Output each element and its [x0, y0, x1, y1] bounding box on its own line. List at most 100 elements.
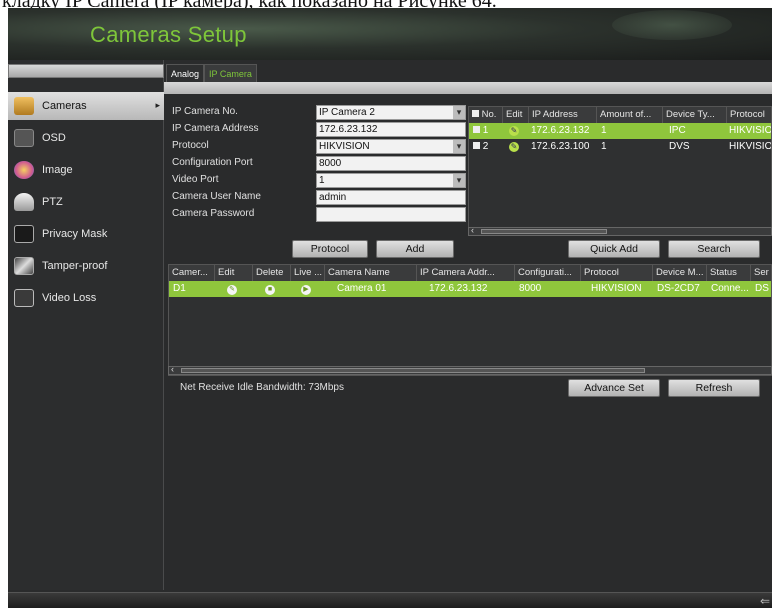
sidebar-item-tamper-proof[interactable]: Tamper-proof [8, 252, 164, 280]
protocol-button[interactable]: Protocol [292, 240, 368, 258]
sidebar-item-label: OSD [42, 132, 66, 144]
row-number: 2 [482, 141, 489, 152]
column-header-no[interactable]: No. [469, 107, 503, 123]
sidebar-item-osd[interactable]: OSD [8, 124, 164, 152]
scroll-left-icon[interactable]: ‹ [171, 364, 174, 374]
column-header-edit[interactable]: Edit [215, 265, 253, 281]
table-row[interactable]: D1 ✎ ■ ▶ Camera 01 172.6.23.132 8000 HIK… [169, 281, 771, 297]
camera-password-label: Camera Password [172, 208, 255, 219]
camera-name-cell: Camera 01 [337, 283, 387, 294]
tamper-proof-icon [14, 257, 34, 275]
sidebar-item-privacy-mask[interactable]: Privacy Mask [8, 220, 164, 248]
column-header-amount[interactable]: Amount of... [597, 107, 663, 123]
stage: кладку IP Camera (IP камера), как показа… [0, 0, 772, 608]
title-bar: Cameras Setup [8, 8, 772, 60]
column-header-protocol[interactable]: Protocol [727, 107, 771, 123]
scroll-left-icon[interactable]: ‹ [471, 225, 474, 235]
osd-icon [14, 129, 34, 147]
sidebar-item-ptz[interactable]: PTZ [8, 188, 164, 216]
column-header-ip-camera-address[interactable]: IP Camera Addr... [417, 265, 515, 281]
ptz-icon [14, 193, 34, 211]
protocol-cell: HIKVISION [591, 283, 642, 294]
table-row[interactable]: 1 ✎ 172.6.23.132 1 IPC HIKVISIO [469, 123, 771, 139]
camera-table-scrollbar[interactable]: ‹ [168, 364, 772, 375]
edit-icon[interactable]: ✎ [227, 281, 237, 297]
tab-underline-bar [164, 82, 772, 94]
column-header-protocol[interactable]: Protocol [581, 265, 653, 281]
status-cell: Conne... [711, 283, 749, 294]
device-table-scrollbar[interactable]: ‹ [468, 225, 772, 236]
select-all-checkbox[interactable] [472, 109, 479, 117]
video-loss-icon [14, 289, 34, 307]
camera-password-input[interactable] [316, 207, 466, 222]
search-button[interactable]: Search [668, 240, 760, 258]
tab-ip-camera[interactable]: IP Camera [204, 64, 257, 82]
sidebar-item-label: Image [42, 164, 73, 176]
sidebar-item-video-loss[interactable]: Video Loss [8, 284, 164, 312]
column-header-device-model[interactable]: Device M... [653, 265, 707, 281]
camera-user-name-input[interactable]: admin [316, 190, 466, 205]
column-header-camera[interactable]: Camer... [169, 265, 215, 281]
delete-icon[interactable]: ■ [265, 281, 275, 297]
window-title: Cameras Setup [90, 22, 247, 47]
image-icon [14, 161, 34, 179]
chevron-right-icon: ▸ [155, 100, 160, 110]
sidebar-item-label: Privacy Mask [42, 228, 108, 240]
row-checkbox[interactable] [473, 125, 480, 133]
scrollbar-thumb[interactable] [481, 229, 607, 234]
video-port-label: Video Port [172, 174, 219, 185]
configuration-port-label: Configuration Port [172, 157, 253, 168]
ip-camera-no-label: IP Camera No. [172, 106, 238, 117]
device-model-cell: DS-2CD7 [657, 283, 700, 294]
serial-cell: DS [755, 283, 769, 294]
configuration-port-input[interactable]: 8000 [316, 156, 466, 171]
ip-camera-no-select[interactable]: IP Camera 2 [316, 105, 466, 120]
scrollbar-thumb[interactable] [181, 368, 645, 373]
table-row[interactable]: 2 ✎ 172.6.23.100 1 DVS HIKVISIO [469, 139, 772, 155]
sidebar-item-cameras[interactable]: Cameras ▸ [8, 92, 164, 120]
tab-analog[interactable]: Analog [166, 64, 205, 82]
column-header-ip-address[interactable]: IP Address [529, 107, 597, 123]
ip-camera-address-cell: 172.6.23.132 [429, 283, 488, 294]
sidebar-item-label: PTZ [42, 196, 63, 208]
column-header-configuration[interactable]: Configurati... [515, 265, 581, 281]
column-header-edit[interactable]: Edit [503, 107, 529, 123]
column-header-camera-name[interactable]: Camera Name [325, 265, 417, 281]
row-checkbox-cell[interactable]: 2 [473, 139, 488, 155]
sidebar-item-label: Video Loss [42, 292, 97, 304]
edit-icon[interactable]: ✎ [509, 139, 519, 155]
column-header-delete[interactable]: Delete [253, 265, 291, 281]
cameras-setup-window: Cameras Setup Cameras ▸ OSD Image PTZ Pr… [8, 8, 772, 608]
row-checkbox-cell[interactable]: 1 [473, 123, 488, 139]
sidebar: Cameras ▸ OSD Image PTZ Privacy Mask Tam… [8, 60, 164, 590]
ip-camera-address-label: IP Camera Address [172, 123, 259, 134]
refresh-button[interactable]: Refresh [668, 379, 760, 397]
privacy-mask-icon [14, 225, 34, 243]
sidebar-item-label: Cameras [42, 100, 87, 112]
device-type-cell: DVS [669, 141, 690, 152]
camera-id-cell: D1 [173, 283, 186, 294]
net-receive-bandwidth-text: Net Receive Idle Bandwidth: 73Mbps [180, 382, 344, 393]
column-header-status[interactable]: Status [707, 265, 751, 281]
advance-set-button[interactable]: Advance Set [568, 379, 660, 397]
row-number: 1 [482, 125, 489, 136]
amount-cell: 1 [601, 125, 607, 136]
edit-icon[interactable]: ✎ [509, 123, 519, 139]
sidebar-item-image[interactable]: Image [8, 156, 164, 184]
protocol-cell: HIKVISIO [729, 141, 772, 152]
status-bar: ⇐ [8, 592, 772, 608]
live-play-icon[interactable]: ▶ [301, 281, 311, 297]
column-header-live[interactable]: Live ... [291, 265, 325, 281]
quick-add-button[interactable]: Quick Add [568, 240, 660, 258]
add-button[interactable]: Add [376, 240, 454, 258]
back-arrow-icon[interactable]: ⇐ [760, 594, 770, 608]
device-list-table: No. Edit IP Address Amount of... Device … [468, 106, 772, 236]
amount-cell: 1 [601, 141, 607, 152]
column-header-device-type[interactable]: Device Ty... [663, 107, 727, 123]
device-type-cell: IPC [669, 125, 686, 136]
video-port-select[interactable]: 1 [316, 173, 466, 188]
column-header-serial[interactable]: Ser [751, 265, 771, 281]
ip-camera-address-input[interactable]: 172.6.23.132 [316, 122, 466, 137]
row-checkbox[interactable] [473, 141, 480, 149]
protocol-select[interactable]: HIKVISION [316, 139, 466, 154]
